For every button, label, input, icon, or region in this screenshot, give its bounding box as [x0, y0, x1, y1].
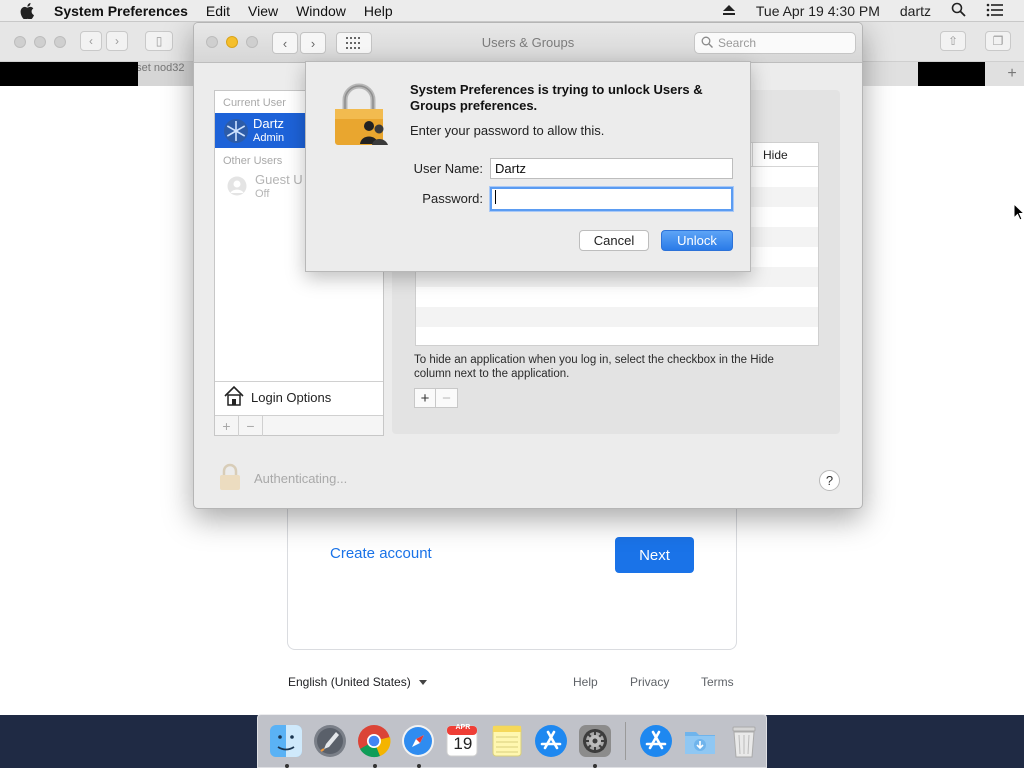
calendar-icon[interactable]: APR 19 — [444, 722, 481, 760]
chevron-down-icon — [418, 679, 427, 685]
username-field[interactable]: Dartz — [490, 158, 733, 179]
browser-minimize-button[interactable] — [34, 36, 46, 48]
authenticating-label: Authenticating... — [254, 471, 348, 486]
tab-obscured-2[interactable] — [918, 62, 942, 86]
password-label: Password: — [422, 191, 483, 206]
app-store-icon[interactable] — [532, 722, 569, 760]
footer-privacy-link[interactable]: Privacy — [630, 675, 669, 689]
menu-window[interactable]: Window — [296, 3, 346, 19]
house-icon — [223, 385, 245, 410]
remove-user-button[interactable]: − — [239, 416, 263, 436]
search-icon — [701, 36, 713, 51]
chrome-icon[interactable] — [356, 722, 393, 768]
sidebar-toggle-icon[interactable]: ▯ — [145, 31, 173, 51]
share-icon[interactable]: ⇧ — [940, 31, 966, 51]
current-user-name: Dartz — [253, 116, 285, 131]
menu-view[interactable]: View — [248, 3, 278, 19]
trash-icon[interactable] — [725, 722, 762, 760]
auth-dialog-heading: System Preferences is trying to unlock U… — [410, 82, 703, 113]
footer-terms-link[interactable]: Terms — [701, 675, 734, 689]
menu-clock[interactable]: Tue Apr 19 4:30 PM — [756, 3, 880, 19]
running-indicator — [416, 764, 421, 768]
search-field[interactable]: Search — [694, 32, 856, 54]
search-placeholder: Search — [718, 36, 757, 50]
hide-hint-text: To hide an application when you log in, … — [414, 354, 774, 380]
browser-back-button[interactable]: ‹ — [80, 31, 102, 51]
downloads-folder-icon[interactable] — [681, 722, 718, 760]
username-label: User Name: — [413, 161, 483, 176]
safari-icon[interactable] — [400, 722, 437, 768]
apple-menu-icon[interactable] — [18, 0, 36, 22]
mouse-pointer-icon — [1013, 202, 1024, 224]
spotlight-search-icon[interactable] — [951, 2, 966, 20]
calendar-month: APR — [455, 724, 471, 731]
lock-icon[interactable] — [218, 463, 242, 494]
notification-center-icon[interactable] — [986, 3, 1004, 20]
guest-avatar-icon — [227, 176, 247, 199]
system-preferences-icon[interactable] — [576, 722, 613, 768]
running-indicator — [372, 764, 377, 768]
launchpad-icon[interactable] — [312, 722, 349, 760]
text-cursor — [495, 190, 496, 204]
add-user-button[interactable]: + — [215, 416, 239, 436]
guest-user-status: Off — [255, 188, 270, 200]
window-titlebar: ‹ › Users & Groups Search — [194, 23, 862, 63]
language-select-value: English (United States) — [288, 675, 411, 689]
calendar-day: 19 — [453, 734, 473, 753]
cancel-button[interactable]: Cancel — [579, 230, 649, 251]
dock: APR 19 — [257, 714, 767, 768]
browser-zoom-button[interactable] — [54, 36, 66, 48]
menu-bar: System Preferences Edit View Window Help… — [0, 0, 1024, 22]
tab-obscured-3[interactable] — [942, 62, 985, 86]
lock-users-icon — [332, 82, 390, 149]
browser-forward-button[interactable]: › — [106, 31, 128, 51]
user-add-remove-bar: + − — [215, 415, 383, 436]
next-button[interactable]: Next — [615, 537, 694, 573]
snowflake-avatar-icon — [223, 118, 249, 147]
create-account-link[interactable]: Create account — [330, 545, 432, 562]
table-row — [416, 307, 818, 327]
menu-edit[interactable]: Edit — [206, 3, 230, 19]
login-options-label: Login Options — [251, 390, 332, 405]
new-tab-button[interactable]: + — [1000, 62, 1024, 86]
auth-dialog-message: Enter your password to allow this. — [410, 123, 605, 138]
finder-icon[interactable] — [268, 722, 305, 768]
login-options-item[interactable]: Login Options — [215, 381, 383, 413]
dock-separator — [624, 722, 626, 760]
current-user-role: Admin — [253, 132, 285, 144]
guest-user-name: Guest U — [255, 172, 303, 187]
hide-column-header[interactable]: Hide — [752, 143, 818, 167]
menu-app-name[interactable]: System Preferences — [54, 3, 188, 19]
browser-close-button[interactable] — [14, 36, 26, 48]
language-select[interactable]: English (United States) — [288, 675, 427, 689]
app-store-downloads-icon[interactable] — [637, 722, 674, 760]
unlock-button[interactable]: Unlock — [661, 230, 733, 251]
show-tabs-icon[interactable]: ❐ — [985, 31, 1011, 51]
help-button[interactable]: ? — [819, 470, 840, 491]
tab-eset-label: eset nod32 — [138, 62, 185, 74]
authentication-dialog: System Preferences is trying to unlock U… — [305, 61, 751, 272]
running-indicator — [284, 764, 289, 768]
tab-obscured[interactable] — [0, 62, 138, 86]
running-indicator — [593, 764, 598, 768]
password-field[interactable] — [490, 187, 733, 211]
notes-icon[interactable] — [488, 722, 525, 760]
other-users-header: Other Users — [223, 155, 283, 167]
menu-help[interactable]: Help — [364, 3, 393, 19]
menu-user[interactable]: dartz — [900, 3, 931, 19]
footer-help-link[interactable]: Help — [573, 675, 598, 689]
eject-icon[interactable] — [722, 3, 736, 19]
remove-item-button[interactable]: − — [436, 388, 458, 408]
add-item-button[interactable]: + — [414, 388, 436, 408]
lock-status: Authenticating... — [218, 463, 347, 494]
items-add-remove-bar: + − — [414, 388, 458, 408]
